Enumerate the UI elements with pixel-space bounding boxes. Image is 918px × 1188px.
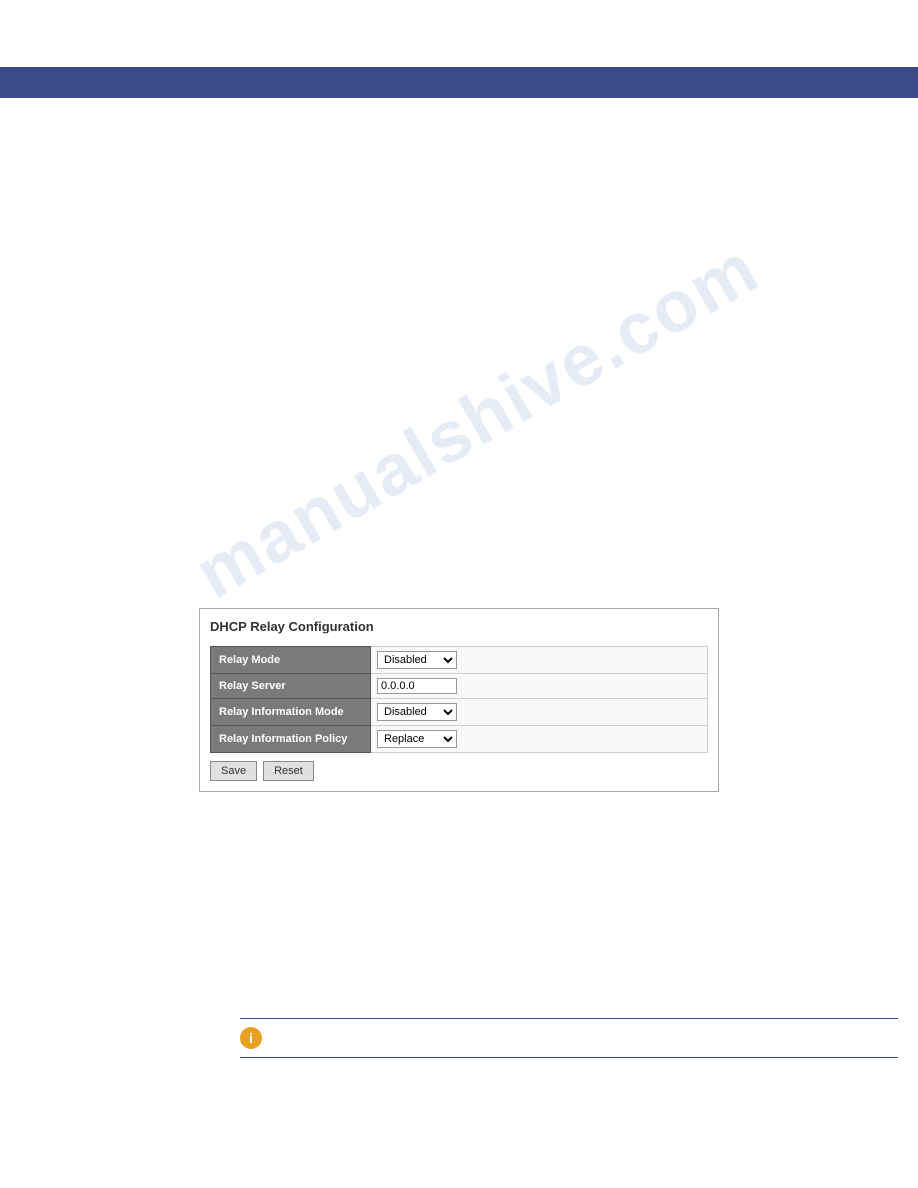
- reset-button[interactable]: Reset: [263, 761, 314, 781]
- relay-mode-cell: Disabled Enabled: [371, 647, 708, 674]
- info-row: i: [240, 1023, 262, 1053]
- save-button[interactable]: Save: [210, 761, 257, 781]
- relay-mode-label: Relay Mode: [211, 647, 371, 674]
- dhcp-relay-box: DHCP Relay Configuration Relay Mode Disa…: [199, 608, 719, 792]
- relay-mode-row: Relay Mode Disabled Enabled: [211, 647, 708, 674]
- section-header: [0, 70, 918, 98]
- content-area: DHCP Relay Configuration Relay Mode Disa…: [0, 98, 918, 792]
- relay-info-mode-row: Relay Information Mode Disabled Enabled: [211, 699, 708, 726]
- page-wrapper: manualshive.com DHCP Relay Configuration…: [0, 0, 918, 1188]
- button-row: Save Reset: [210, 761, 708, 781]
- relay-server-row: Relay Server: [211, 674, 708, 699]
- top-bar: [0, 0, 918, 70]
- relay-info-mode-label: Relay Information Mode: [211, 699, 371, 726]
- relay-info-mode-select[interactable]: Disabled Enabled: [377, 703, 457, 721]
- relay-info-policy-row: Relay Information Policy Replace Keep Dr…: [211, 726, 708, 753]
- relay-info-policy-cell: Replace Keep Drop: [371, 726, 708, 753]
- info-icon: i: [240, 1027, 262, 1049]
- dhcp-relay-title: DHCP Relay Configuration: [210, 619, 708, 638]
- relay-info-policy-label: Relay Information Policy: [211, 726, 371, 753]
- relay-server-input[interactable]: [377, 678, 457, 694]
- info-top-line: [240, 1018, 898, 1019]
- relay-server-cell: [371, 674, 708, 699]
- dhcp-relay-container: DHCP Relay Configuration Relay Mode Disa…: [199, 358, 719, 792]
- relay-server-label: Relay Server: [211, 674, 371, 699]
- relay-info-policy-select[interactable]: Replace Keep Drop: [377, 730, 457, 748]
- dhcp-relay-form: Relay Mode Disabled Enabled: [210, 646, 708, 753]
- info-bottom-line: [240, 1057, 898, 1058]
- relay-mode-select[interactable]: Disabled Enabled: [377, 651, 457, 669]
- relay-info-mode-cell: Disabled Enabled: [371, 699, 708, 726]
- info-section: i: [240, 1018, 898, 1058]
